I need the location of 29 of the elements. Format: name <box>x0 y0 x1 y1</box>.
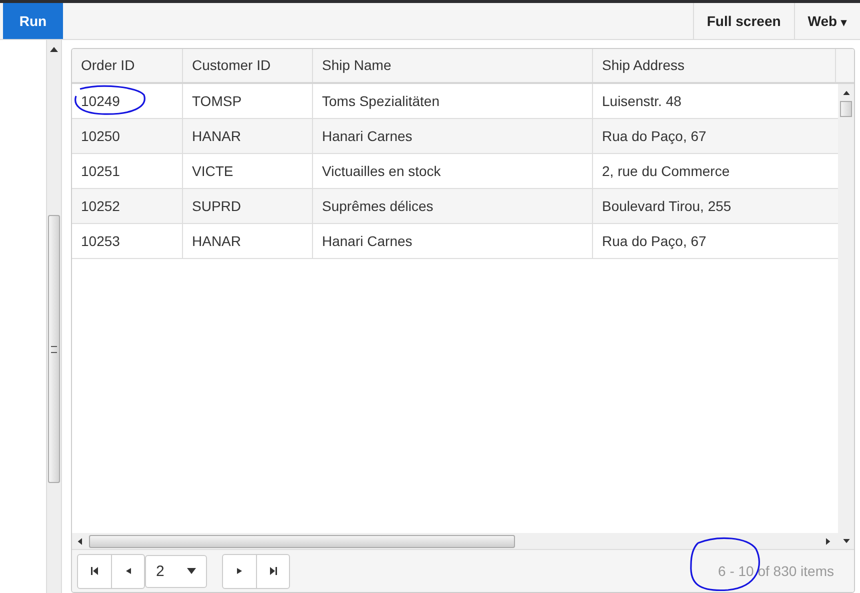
column-header[interactable]: Order ID <box>72 49 183 82</box>
table-cell: 10251 <box>72 154 183 188</box>
table-cell-text: Luisenstr. 48 <box>601 92 682 111</box>
table-cell: TOMSP <box>183 84 313 118</box>
table-cell: Victuailles en stock <box>313 154 593 188</box>
platform-dropdown[interactable]: Web ▾ <box>794 3 860 39</box>
table-cell: VICTE <box>183 154 313 188</box>
pager-info: 6 - 10 of 830 items <box>718 563 834 579</box>
table-cell: Hanari Carnes <box>313 224 593 258</box>
table-cell: 10250 <box>72 119 183 153</box>
column-header[interactable]: Ship Name <box>313 49 593 82</box>
table-cell-text: Rua do Paço, 67 <box>601 232 708 251</box>
table-cell: HANAR <box>183 119 313 153</box>
table-cell: HANAR <box>183 224 313 258</box>
run-button[interactable]: Run <box>3 3 63 39</box>
page-select[interactable]: 2 <box>145 554 207 588</box>
full-screen-button[interactable]: Full screen <box>692 3 794 39</box>
column-header[interactable]: Customer ID <box>183 49 313 82</box>
table-cell: 10249 <box>72 84 183 118</box>
table-cell: 10253 <box>72 224 183 258</box>
table-cell: Suprêmes délices <box>313 189 593 223</box>
table-cell: Toms Spezialitäten <box>313 84 593 118</box>
column-header[interactable]: Ship Address <box>593 49 836 82</box>
table-cell-text: Rua do Paço, 67 <box>601 127 708 146</box>
table-cell-text: Boulevard Tirou, 255 <box>601 197 732 216</box>
table-cell-text: 2, rue du Commerce <box>601 162 731 181</box>
table-cell: 10252 <box>72 189 183 223</box>
table-cell: SUPRD <box>183 189 313 223</box>
table-cell: Hanari Carnes <box>313 119 593 153</box>
